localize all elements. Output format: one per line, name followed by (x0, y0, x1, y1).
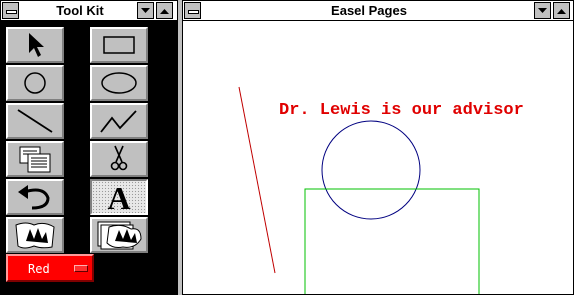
chevron-down-icon (538, 7, 547, 13)
minimize-button[interactable] (534, 2, 551, 19)
drawn-line[interactable] (238, 86, 276, 274)
system-menu-icon[interactable] (2, 2, 19, 19)
toolkit-titlebar[interactable]: Tool Kit (1, 1, 177, 21)
drawing-canvas[interactable]: Dr. Lewis is our advisor (183, 21, 573, 294)
tool-text[interactable]: A (90, 179, 148, 216)
ellipse-icon (101, 72, 137, 94)
tool-ellipse[interactable] (90, 65, 148, 101)
undo-arrow-icon (18, 185, 50, 210)
easel-titlebar[interactable]: Easel Pages (183, 1, 573, 21)
maximize-button[interactable] (156, 2, 173, 19)
toolkit-title: Tool Kit (56, 3, 104, 18)
drawn-circle[interactable] (321, 120, 421, 220)
chevron-down-icon (141, 7, 150, 13)
text-tool-icon: A (107, 180, 130, 216)
svg-text:A: A (107, 180, 130, 216)
dropdown-icon (74, 265, 88, 272)
easel-window: Easel Pages Dr. Lewis is our advisor (182, 0, 574, 295)
tool-cut[interactable] (90, 141, 148, 177)
drawn-text-label[interactable]: Dr. Lewis is our advisor (279, 101, 524, 120)
tool-erase[interactable] (6, 217, 64, 253)
minimize-button[interactable] (137, 2, 154, 19)
tool-select[interactable] (6, 27, 64, 63)
tool-circle[interactable] (6, 65, 64, 101)
color-picker-label: Red (28, 262, 50, 276)
copy-pages-icon (19, 146, 51, 173)
tool-undo[interactable] (6, 179, 64, 215)
maximize-button[interactable] (553, 2, 570, 19)
tool-copy[interactable] (6, 141, 64, 177)
chevron-up-icon (160, 8, 169, 14)
circle-icon (24, 72, 46, 94)
canvas-drawing (238, 86, 480, 294)
eraser-hand-icon (15, 222, 55, 249)
tool-line[interactable] (6, 103, 64, 139)
scissors-icon (110, 145, 128, 171)
line-icon (17, 109, 53, 133)
arrow-select-icon (29, 33, 44, 57)
toolkit-window: Tool Kit A Red (0, 0, 178, 295)
clear-pages-hand-icon (97, 221, 142, 250)
chevron-up-icon (557, 8, 566, 14)
tool-clear[interactable] (90, 217, 148, 253)
rectangle-icon (103, 36, 135, 54)
easel-title: Easel Pages (331, 3, 407, 18)
tool-polyline[interactable] (90, 103, 148, 139)
drawn-rectangle[interactable] (304, 188, 480, 294)
tool-rectangle[interactable] (90, 27, 148, 63)
system-menu-icon[interactable] (184, 2, 201, 19)
polyline-icon (100, 110, 137, 133)
color-picker-button[interactable]: Red (6, 254, 94, 282)
